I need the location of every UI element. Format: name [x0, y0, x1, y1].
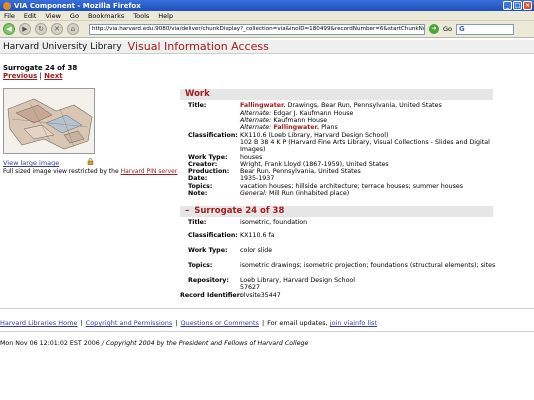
surrogate-classification-value: KX110.6 fa [240, 232, 275, 239]
surrogate-work-type-label: Work Type: [188, 247, 228, 254]
close-button[interactable]: × [523, 1, 532, 10]
restricted-note: Full sized image view restricted by the … [3, 168, 177, 175]
record-id-label: Record Identifier: [180, 292, 243, 299]
classification-label: Classification: [188, 132, 238, 139]
app-title: Visual Information Access [127, 40, 269, 53]
minimize-button[interactable]: _ [503, 1, 512, 10]
classification-2: 102 B 38 4 K P (Harvard Fine Arts Librar… [240, 139, 490, 146]
surrogate-heading: Surrogate 24 of 38 [194, 206, 285, 216]
title-label: Title: [188, 102, 207, 109]
surrogate-section-header[interactable]: – Surrogate 24 of 38 [180, 206, 493, 217]
library-name[interactable]: Harvard University Library [3, 42, 122, 52]
alt-2: Kaufmann House [271, 117, 328, 124]
nav-separator: | [39, 72, 42, 80]
work-section-header: Work [180, 89, 493, 100]
copyright-permissions-link[interactable]: Copyright and Permissions [86, 319, 173, 327]
copyright-text: / Copyright 2004 by the President and Fe… [99, 340, 309, 347]
address-bar[interactable]: http://via.harvard.edu:9080/via/deliver/… [89, 23, 425, 35]
repository-value-2: 57627 [240, 284, 261, 291]
firefox-icon [3, 1, 11, 10]
menu-tools[interactable]: Tools [133, 12, 149, 20]
alt-1: Edgar J. Kaufmann House [271, 110, 354, 117]
surrogate-topics-label: Topics: [188, 262, 213, 269]
surrogate-classification-label: Classification: [188, 232, 238, 239]
footer-links: Harvard Libraries Home | Copyright and Per… [0, 319, 377, 327]
go-button[interactable]: Go [443, 25, 452, 33]
note-label: Note: [188, 190, 208, 197]
footer-divider-2 [0, 331, 534, 332]
restricted-text: Full sized image view restricted by the [3, 168, 121, 175]
timestamp: Mon Nov 06 12:01:02 EST 2006 [0, 340, 100, 347]
work-heading: Work [185, 89, 210, 99]
questions-comments-link[interactable]: Questions or Comments [180, 319, 258, 327]
menu-bar: File Edit View Go Bookmarks Tools Help [0, 11, 534, 21]
alt-label: Alternate: [240, 117, 272, 124]
menu-bookmarks[interactable]: Bookmarks [88, 12, 124, 20]
navigation-toolbar: ◀ ▶ ↻ ✕ ⌂ http://via.harvard.edu:9080/vi… [0, 21, 534, 38]
surrogate-nav: Previous | Next [3, 72, 63, 80]
surrogate-title-value: isometric, foundation [240, 219, 308, 226]
menu-go[interactable]: Go [70, 12, 79, 20]
surrogate-work-type-value: color slide [240, 247, 273, 254]
reload-icon[interactable]: ↻ [35, 23, 47, 35]
lock-icon [87, 158, 94, 165]
repository-label: Repository: [188, 277, 229, 284]
classification-3: Images) [240, 146, 266, 153]
updates-text: For email updates, [267, 319, 330, 327]
menu-view[interactable]: View [45, 12, 60, 20]
pin-server-link[interactable]: Harvard PIN server [121, 168, 178, 175]
window-title: VIA Component - Mozilla Firefox [14, 1, 141, 10]
home-icon[interactable]: ⌂ [67, 23, 79, 35]
title-red[interactable]: Fallingwater. [240, 102, 286, 109]
copyright-line: Mon Nov 06 12:01:02 EST 2006 / Copyright… [0, 340, 308, 347]
window-titlebar: VIA Component - Mozilla Firefox _ □ × [0, 0, 534, 11]
surrogate-topics-value: isometric drawings; isometric projection… [240, 262, 496, 269]
search-input[interactable]: G [456, 23, 515, 35]
forward-arrow-icon[interactable]: ▶ [19, 23, 31, 35]
go-arrow-icon[interactable]: ➜ [429, 24, 439, 34]
page-header: Harvard University Library Visual Inform… [0, 40, 534, 54]
libraries-home-link[interactable]: Harvard Libraries Home [0, 319, 77, 327]
collapse-icon[interactable]: – [185, 206, 189, 216]
menu-edit[interactable]: Edit [24, 12, 37, 20]
surrogate-title: Surrogate 24 of 38 [3, 64, 78, 72]
footer-divider [0, 308, 534, 309]
note-value: Mill Run (inhabited place) [266, 190, 350, 197]
date-value: 1935-1937 [240, 175, 275, 182]
alt-label: Alternate: [240, 110, 272, 117]
maximize-button[interactable]: □ [513, 1, 522, 10]
menu-help[interactable]: Help [158, 12, 173, 20]
surrogate-title-label: Title: [188, 219, 207, 226]
stop-icon[interactable]: ✕ [51, 23, 63, 35]
isometric-drawing-thumbnail [4, 89, 94, 153]
google-icon: G [459, 25, 465, 33]
alt-label: Alternate: [240, 124, 272, 131]
next-link[interactable]: Next [44, 72, 62, 80]
previous-link[interactable]: Previous [3, 72, 37, 80]
menu-file[interactable]: File [4, 12, 15, 20]
record-id-value: olvsite35447 [240, 292, 281, 299]
note-prefix: General: [240, 190, 267, 197]
alt-3-red[interactable]: Fallingwater. [271, 124, 320, 131]
thumbnail-image[interactable] [3, 88, 95, 154]
date-label: Date: [188, 175, 208, 182]
back-arrow-icon[interactable]: ◀ [3, 23, 15, 35]
join-viainfo-link[interactable]: join viainfo list [330, 319, 377, 327]
alt-3-rest: Plans [319, 124, 338, 131]
title-rest: Drawings, Bear Run, Pennsylvania, United… [285, 102, 442, 109]
view-large-image-link[interactable]: View large image [3, 159, 59, 167]
